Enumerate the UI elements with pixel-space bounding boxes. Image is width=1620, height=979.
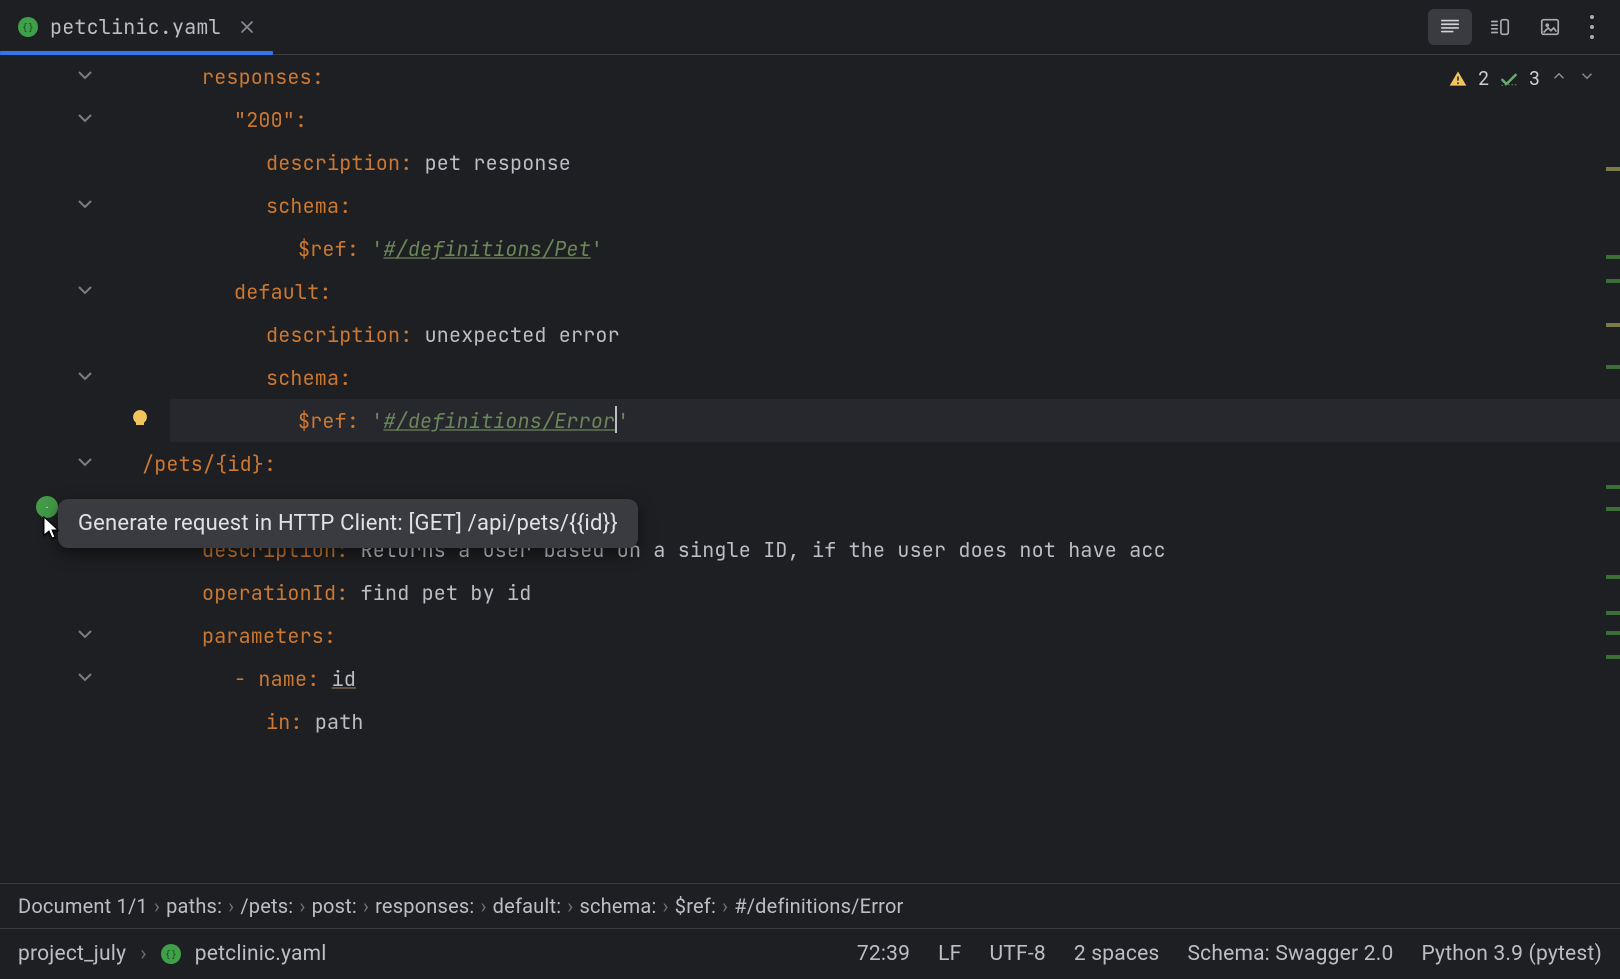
chevron-right-icon: › [154,894,160,918]
chevron-right-icon: › [363,894,369,918]
fold-toggle[interactable] [73,63,101,91]
svg-text:·: · [44,502,49,512]
chevron-right-icon: › [480,894,486,918]
fold-toggle[interactable] [73,106,101,134]
fold-toggle[interactable] [73,665,101,693]
warning-icon [1448,69,1468,89]
intention-bulb-icon[interactable] [128,408,152,432]
chevron-right-icon: › [228,894,234,918]
svg-text:{}: {} [22,23,34,34]
chevron-right-icon: › [299,894,305,918]
svg-text:{}: {} [165,950,177,961]
editor-area[interactable]: · responses: "200": description: pet res… [0,55,1620,883]
tab-label: petclinic.yaml [50,14,221,40]
view-mode-source-button[interactable] [1428,9,1472,45]
interpreter[interactable]: Python 3.9 (pytest) [1421,942,1602,966]
view-mode-preview-button[interactable] [1528,9,1572,45]
openapi-file-icon: {} [161,944,181,964]
chevron-right-icon: › [663,894,669,918]
chevron-right-icon: › [722,894,728,918]
check-icon [1499,69,1519,89]
line-separator[interactable]: LF [938,942,961,966]
fold-toggle[interactable] [73,278,101,306]
breadcrumb-item[interactable]: Document 1/1 [18,894,148,918]
prev-highlight-icon[interactable] [1550,67,1568,90]
breadcrumb-item[interactable]: /pets: [240,894,293,918]
error-stripe[interactable] [1606,55,1620,883]
status-bar: project_july › {} petclinic.yaml 72:39 L… [0,929,1620,979]
indent-setting[interactable]: 2 spaces [1074,942,1160,966]
file-encoding[interactable]: UTF-8 [989,942,1045,966]
fold-toggle[interactable] [73,450,101,478]
view-mode-split-button[interactable] [1478,9,1522,45]
breadcrumb-item[interactable]: $ref: [675,894,716,918]
openapi-file-icon: {} [18,17,38,37]
code-content[interactable]: responses: "200": description: pet respo… [170,55,1620,743]
gutter-tooltip: Generate request in HTTP Client: [GET] /… [58,499,638,548]
breadcrumb-item[interactable]: default: [493,894,562,918]
tab-petclinic-yaml[interactable]: {} petclinic.yaml [0,0,273,54]
inspections-widget[interactable]: 2 3 [1448,67,1596,90]
next-highlight-icon[interactable] [1578,67,1596,90]
caret-position[interactable]: 72:39 [857,942,910,966]
warning-count: 2 [1478,67,1489,90]
chevron-right-icon: › [567,894,573,918]
breadcrumbs-bar: Document 1/1 › paths: › /pets: › post: ›… [0,883,1620,929]
fold-toggle[interactable] [73,192,101,220]
more-actions-button[interactable] [1578,9,1606,45]
close-tab-icon[interactable] [239,19,255,35]
chevron-right-icon: › [140,942,147,966]
breadcrumb-item[interactable]: paths: [166,894,222,918]
editor-tabs: {} petclinic.yaml [0,0,1620,55]
ok-count: 3 [1529,67,1540,90]
breadcrumb-item[interactable]: #/definitions/Error [734,894,903,918]
fold-toggle[interactable] [73,364,101,392]
breadcrumb-item[interactable]: post: [312,894,357,918]
breadcrumb-item[interactable]: schema: [579,894,656,918]
breadcrumb-item[interactable]: responses: [375,894,474,918]
fold-toggle[interactable] [73,622,101,650]
json-schema[interactable]: Schema: Swagger 2.0 [1187,942,1393,966]
status-project[interactable]: project_july [18,942,126,966]
mouse-cursor-icon [42,515,62,541]
status-file[interactable]: petclinic.yaml [195,942,327,966]
